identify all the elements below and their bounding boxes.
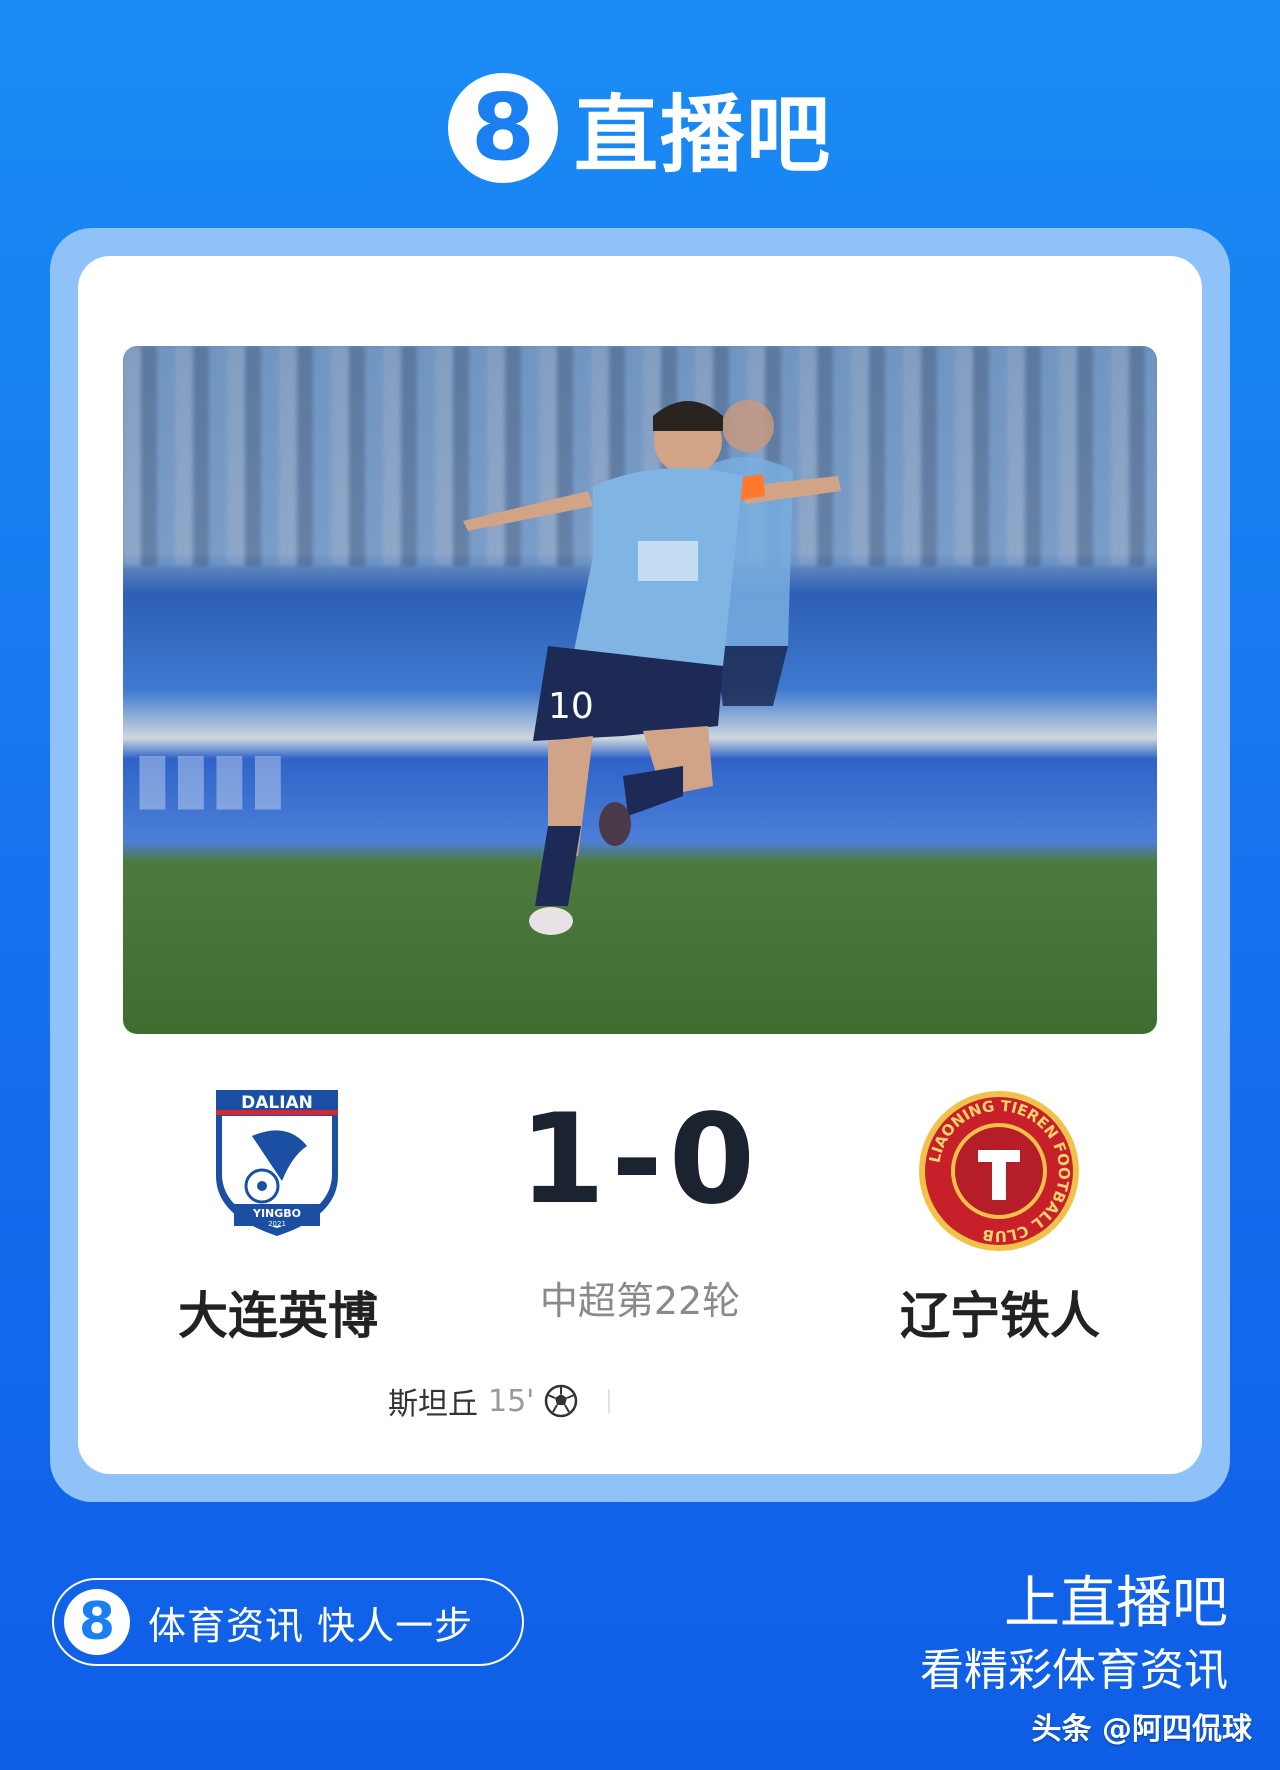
brand-logo-icon: 8 <box>447 73 558 183</box>
slogan-badge-text: 8 <box>78 1592 116 1652</box>
source-watermark: 头条 @阿四侃球 <box>1031 1712 1252 1747</box>
match-photo: 10 ▮▮▮▮ <box>123 346 1157 1034</box>
banner-text-left: ▮▮▮▮ <box>133 736 288 818</box>
home-team-name: 大连英博 <box>178 1287 378 1345</box>
match-card: 10 ▮▮▮▮ DALIAN YINGBO 2021 LIAONING TIER… <box>78 256 1202 1474</box>
scorer-minute: 15' <box>488 1383 535 1419</box>
soccer-ball-icon <box>545 1384 578 1418</box>
home-logo-year: 2021 <box>268 1220 286 1228</box>
brand-header: 8 直播吧 <box>0 68 1280 188</box>
footer-subtitle: 看精彩体育资讯 <box>920 1645 1228 1696</box>
scorer-row: 斯坦丘 15' <box>388 1376 611 1426</box>
footer-title: 上直播吧 <box>1004 1571 1228 1636</box>
slogan-pill: 8 体育资讯 快人一步 <box>52 1578 524 1666</box>
slogan-logo-icon: 8 <box>64 1589 130 1655</box>
celebrating-player-figure: 10 <box>463 400 841 935</box>
away-team-logo: LIAONING TIEREN FOOTBALL CLUB <box>919 1091 1079 1251</box>
slogan-text: 体育资讯 快人一步 <box>148 1603 474 1648</box>
svg-text:10: 10 <box>548 686 594 727</box>
brand-name: 直播吧 <box>573 85 832 184</box>
match-score: 1-0 <box>518 1088 762 1232</box>
scorer-divider <box>608 1389 611 1413</box>
home-logo-top-text: DALIAN <box>241 1093 313 1113</box>
home-logo-bottom-text: YINGBO <box>252 1207 301 1220</box>
scorer-name: 斯坦丘 <box>388 1387 478 1422</box>
match-round: 中超第22轮 <box>539 1279 741 1323</box>
home-team-logo: DALIAN YINGBO 2021 <box>216 1090 338 1236</box>
away-team-name: 辽宁铁人 <box>900 1287 1100 1345</box>
brand-badge-text: 8 <box>470 74 535 181</box>
